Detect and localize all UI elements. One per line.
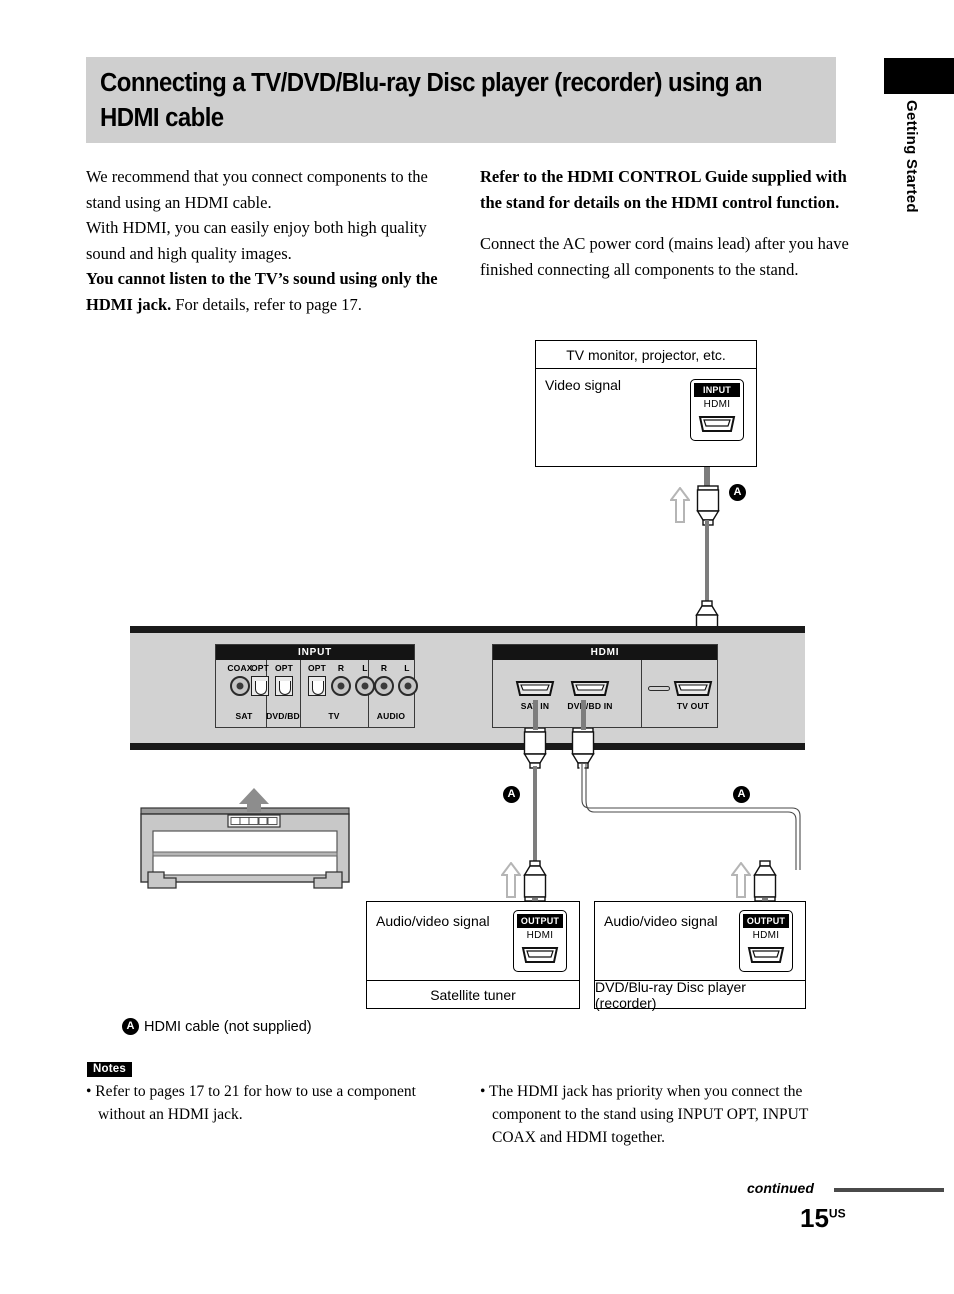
continued-label: continued — [747, 1180, 814, 1196]
label-tv-opt: OPT — [307, 663, 327, 673]
jack-hdmi-tv-out — [673, 680, 713, 697]
jack-audio-l — [398, 676, 418, 696]
jack-tv-r — [331, 676, 351, 696]
jack-tv-l — [355, 676, 375, 696]
jack-sat-coax — [230, 676, 250, 696]
hdmi-port-icon — [698, 415, 736, 433]
panel-bottom-bar — [130, 743, 805, 750]
tv-monitor-body: Video signal INPUT HDMI — [536, 369, 756, 465]
notes-left-column: • Refer to pages 17 to 21 for how to use… — [86, 1080, 458, 1126]
panel-slot — [648, 686, 670, 691]
tv-monitor-box: TV monitor, projector, etc. Video signal… — [535, 340, 757, 467]
dvd-jack-type-label: HDMI — [752, 930, 780, 941]
label-hdmi-tv-out: TV OUT — [676, 701, 710, 711]
hdmi-plug-sat-bottom — [521, 860, 549, 902]
dvd-output-hdmi-jack: OUTPUT HDMI — [739, 910, 793, 972]
page-number-value: 15 — [800, 1203, 829, 1233]
jack-hdmi-dvdbd-in — [570, 680, 610, 697]
dvd-player-name: DVD/Blu-ray Disc player (recorder) — [595, 979, 805, 1011]
cable-path-dvd — [560, 762, 820, 872]
input-jack-group: INPUT COAX OPT OPT OPT R L R L SAT DVD/B… — [215, 644, 418, 728]
dvd-player-body: Audio/video signal OUTPUT HDMI — [595, 902, 805, 980]
dvd-jack-bar-label: OUTPUT — [743, 914, 789, 928]
group-label-audio: AUDIO — [376, 711, 406, 721]
notes-right-column: • The HDMI jack has priority when you co… — [480, 1080, 852, 1149]
cable-marker-a-dvd: A — [733, 786, 750, 803]
video-signal-label: Video signal — [545, 377, 622, 393]
tv-input-hdmi-jack: INPUT HDMI — [690, 379, 744, 441]
satellite-jack-type-label: HDMI — [526, 930, 554, 941]
satellite-jack-bar-label: OUTPUT — [517, 914, 563, 928]
input-group-header: INPUT — [216, 645, 414, 660]
notes-heading: Notes — [87, 1062, 132, 1077]
hdmi-port-icon — [521, 946, 559, 964]
hdmi-plug-sat-top — [521, 727, 549, 770]
dvd-player-box: Audio/video signal OUTPUT HDMI DVD/Blu-r… — [594, 901, 806, 1011]
arrow-up-dvd — [730, 861, 752, 898]
label-audio-l: L — [404, 663, 410, 673]
satellite-tuner-name: Satellite tuner — [367, 980, 579, 1009]
jack-dvdbd-opt — [275, 676, 293, 696]
hdmi-plug-dvd-bottom — [751, 860, 779, 902]
cable-segment-tv-middle — [705, 520, 709, 605]
legend-marker-a: A — [122, 1018, 139, 1035]
satellite-signal-label: Audio/video signal — [376, 913, 490, 929]
hdmi-jack-group: HDMI SAT IN DVD/BD IN TV OUT — [492, 644, 718, 728]
hdmi-group-header: HDMI — [493, 645, 717, 660]
diagram-legend: A HDMI cable (not supplied) — [122, 1018, 312, 1035]
label-hdmi-dvdbd-in: DVD/BD IN — [567, 701, 613, 711]
cable-marker-a-sat: A — [503, 786, 520, 803]
hdmi-divider — [641, 660, 643, 727]
group-label-dvdbd: DVD/BD — [266, 711, 300, 721]
jack-hdmi-sat-in — [515, 680, 555, 697]
dvd-signal-label: Audio/video signal — [604, 913, 718, 929]
page-number-suffix: US — [828, 1206, 846, 1221]
continued-rule — [834, 1188, 944, 1192]
manual-page: Getting Started Connecting a TV/DVD/Blu-… — [0, 0, 954, 1294]
satellite-tuner-body: Audio/video signal OUTPUT HDMI — [367, 902, 579, 980]
satellite-output-hdmi-jack: OUTPUT HDMI — [513, 910, 567, 972]
tv-jack-bar-label: INPUT — [694, 383, 740, 397]
group-label-tv: TV — [328, 711, 340, 721]
panel-top-bar — [130, 626, 805, 633]
group-label-sat: SAT — [235, 711, 253, 721]
cable-segment-dvd-jack — [581, 700, 586, 730]
note-item: • Refer to pages 17 to 21 for how to use… — [86, 1083, 416, 1123]
tv-monitor-title: TV monitor, projector, etc. — [536, 341, 756, 369]
arrow-up-sat — [500, 861, 522, 898]
tv-jack-type-label: HDMI — [703, 399, 731, 410]
cable-segment-sat-jack — [533, 700, 538, 730]
legend-text: HDMI cable (not supplied) — [144, 1018, 312, 1035]
cable-segment-sat-run — [533, 766, 537, 866]
stand-illustration — [136, 786, 354, 890]
label-dvdbd-opt: OPT — [274, 663, 294, 673]
jack-audio-r — [374, 676, 394, 696]
page-number: 15US — [800, 1203, 846, 1234]
note-item: • The HDMI jack has priority when you co… — [480, 1083, 809, 1146]
jack-tv-opt — [308, 676, 326, 696]
satellite-tuner-box: Audio/video signal OUTPUT HDMI Satellite… — [366, 901, 580, 1009]
cable-marker-a-tv: A — [729, 484, 746, 501]
hdmi-port-icon — [747, 946, 785, 964]
arrow-up-tv — [669, 486, 691, 523]
jack-sat-opt — [251, 676, 269, 696]
label-tv-r: R — [337, 663, 345, 673]
